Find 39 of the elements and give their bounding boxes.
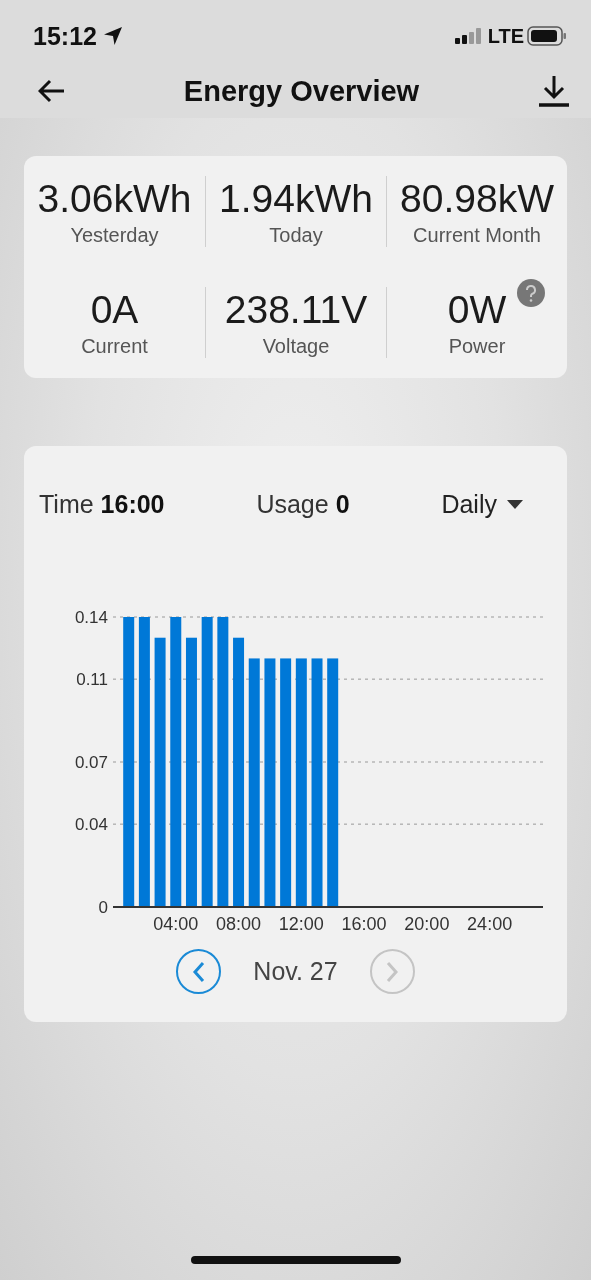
stat-value: 1.94kWh bbox=[219, 176, 373, 222]
download-button[interactable] bbox=[537, 74, 571, 108]
y-tick-label: 0 bbox=[98, 898, 108, 917]
x-tick-label: 20:00 bbox=[404, 914, 450, 934]
previous-day-button[interactable] bbox=[176, 949, 222, 994]
caret-icon bbox=[507, 500, 523, 509]
network-label: LTE bbox=[487, 24, 524, 48]
stat-label: Yesterday bbox=[70, 224, 159, 247]
chevron-right-icon bbox=[385, 960, 400, 983]
x-tick-label: 24:00 bbox=[467, 914, 513, 934]
help-icon[interactable] bbox=[517, 279, 545, 307]
location-arrow-icon bbox=[102, 26, 123, 46]
x-tick-label: 04:00 bbox=[153, 914, 199, 934]
stat-value: 80.98kW bbox=[400, 176, 554, 222]
period-dropdown[interactable]: Daily bbox=[441, 490, 523, 519]
y-tick-label: 0.07 bbox=[74, 753, 108, 772]
battery-icon bbox=[527, 26, 567, 46]
stat-label: Current Month bbox=[413, 224, 541, 247]
date-label: Nov. 27 bbox=[253, 957, 338, 986]
stat-label: Current bbox=[81, 335, 148, 358]
stat-value: 3.06kWh bbox=[37, 176, 192, 222]
page-title: Energy Overview bbox=[183, 74, 420, 108]
x-tick-label: 16:00 bbox=[341, 914, 387, 934]
x-tick-label: 12:00 bbox=[278, 914, 324, 934]
stat-value: 0W bbox=[447, 287, 507, 333]
y-tick-label: 0.11 bbox=[76, 670, 108, 690]
y-tick-label: 0.04 bbox=[74, 815, 108, 835]
y-tick-label: 0.14 bbox=[74, 608, 108, 627]
x-tick-label: 08:00 bbox=[216, 914, 262, 934]
back-button[interactable] bbox=[38, 79, 66, 103]
status-time: 15:12 bbox=[33, 21, 97, 51]
stat-label: Voltage bbox=[262, 335, 330, 358]
stat-label: Today bbox=[269, 224, 323, 247]
time-readout: Time 16:00 bbox=[39, 490, 165, 519]
chevron-left-icon bbox=[191, 960, 206, 983]
usage-readout: Usage 0 bbox=[256, 490, 350, 519]
stat-value: 238.11V bbox=[224, 287, 368, 333]
stat-label: Power bbox=[448, 335, 506, 358]
stat-value: 0A bbox=[90, 287, 139, 333]
